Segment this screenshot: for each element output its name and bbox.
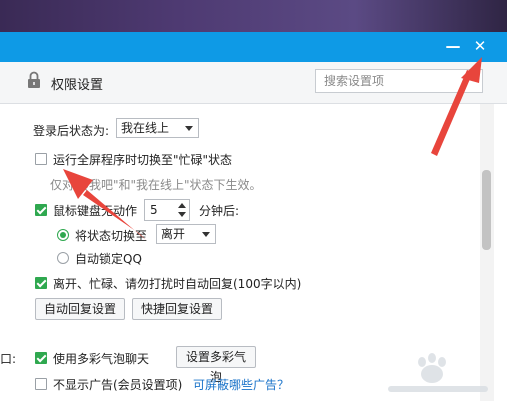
search-input[interactable] [315, 69, 483, 93]
idle-switch-label: 将状态切换至 [75, 229, 148, 243]
section-label-fragment: 口: [0, 352, 17, 366]
bubble-chat-checkbox[interactable] [35, 352, 47, 364]
idle-suffix: 分钟后: [199, 204, 240, 218]
fullscreen-busy-label: 运行全屏程序时切换至"忙碌"状态 [53, 153, 233, 167]
idle-status-select[interactable]: 离开 [156, 224, 216, 244]
fullscreen-busy-checkbox[interactable] [35, 153, 47, 165]
page-title: 权限设置 [51, 78, 104, 93]
idle-minutes-value: 5 [150, 203, 158, 217]
idle-lock-label: 自动锁定QQ [75, 252, 142, 266]
bubble-chat-label: 使用多彩气泡聊天 [53, 352, 150, 366]
idle-status-value: 离开 [161, 227, 186, 241]
no-ads-label: 不显示广告(会员设置项) [53, 378, 183, 392]
idle-checkbox[interactable] [35, 204, 47, 216]
auto-reply-settings-button[interactable]: 自动回复设置 [35, 298, 125, 320]
login-status-label: 登录后状态为: [33, 124, 110, 138]
auto-reply-label: 离开、忙碌、请勿打扰时自动回复(100字以内) [53, 277, 302, 291]
bubble-settings-button[interactable]: 设置多彩气泡 [176, 346, 256, 384]
desktop-background [0, 0, 507, 32]
login-status-value: 我在线上 [121, 121, 170, 135]
close-button[interactable]: ✕ [469, 33, 491, 59]
fullscreen-hint: 仅对"Q我吧"和"我在线上"状态下生效。 [50, 178, 262, 192]
scrollbar-thumb[interactable] [482, 170, 491, 250]
window-titlebar [0, 32, 507, 62]
minimize-button[interactable]: — [442, 33, 464, 59]
chevron-down-icon [202, 232, 210, 237]
idle-switch-radio[interactable] [57, 229, 69, 241]
chevron-down-icon [185, 126, 193, 131]
lock-icon [28, 71, 40, 88]
idle-label: 鼠标键盘无动作 [53, 204, 138, 218]
idle-minutes-stepper[interactable]: 5 [144, 199, 190, 221]
spin-down-icon[interactable] [178, 212, 186, 217]
auto-reply-checkbox[interactable] [35, 277, 47, 289]
login-status-select[interactable]: 我在线上 [116, 118, 199, 138]
watermark-logo [388, 353, 488, 392]
idle-lock-radio[interactable] [57, 252, 69, 264]
no-ads-link[interactable]: 可屏蔽哪些广告？ [193, 376, 289, 393]
no-ads-checkbox[interactable] [35, 378, 47, 390]
quick-reply-settings-button[interactable]: 快捷回复设置 [132, 298, 222, 320]
spin-up-icon[interactable] [178, 203, 186, 208]
